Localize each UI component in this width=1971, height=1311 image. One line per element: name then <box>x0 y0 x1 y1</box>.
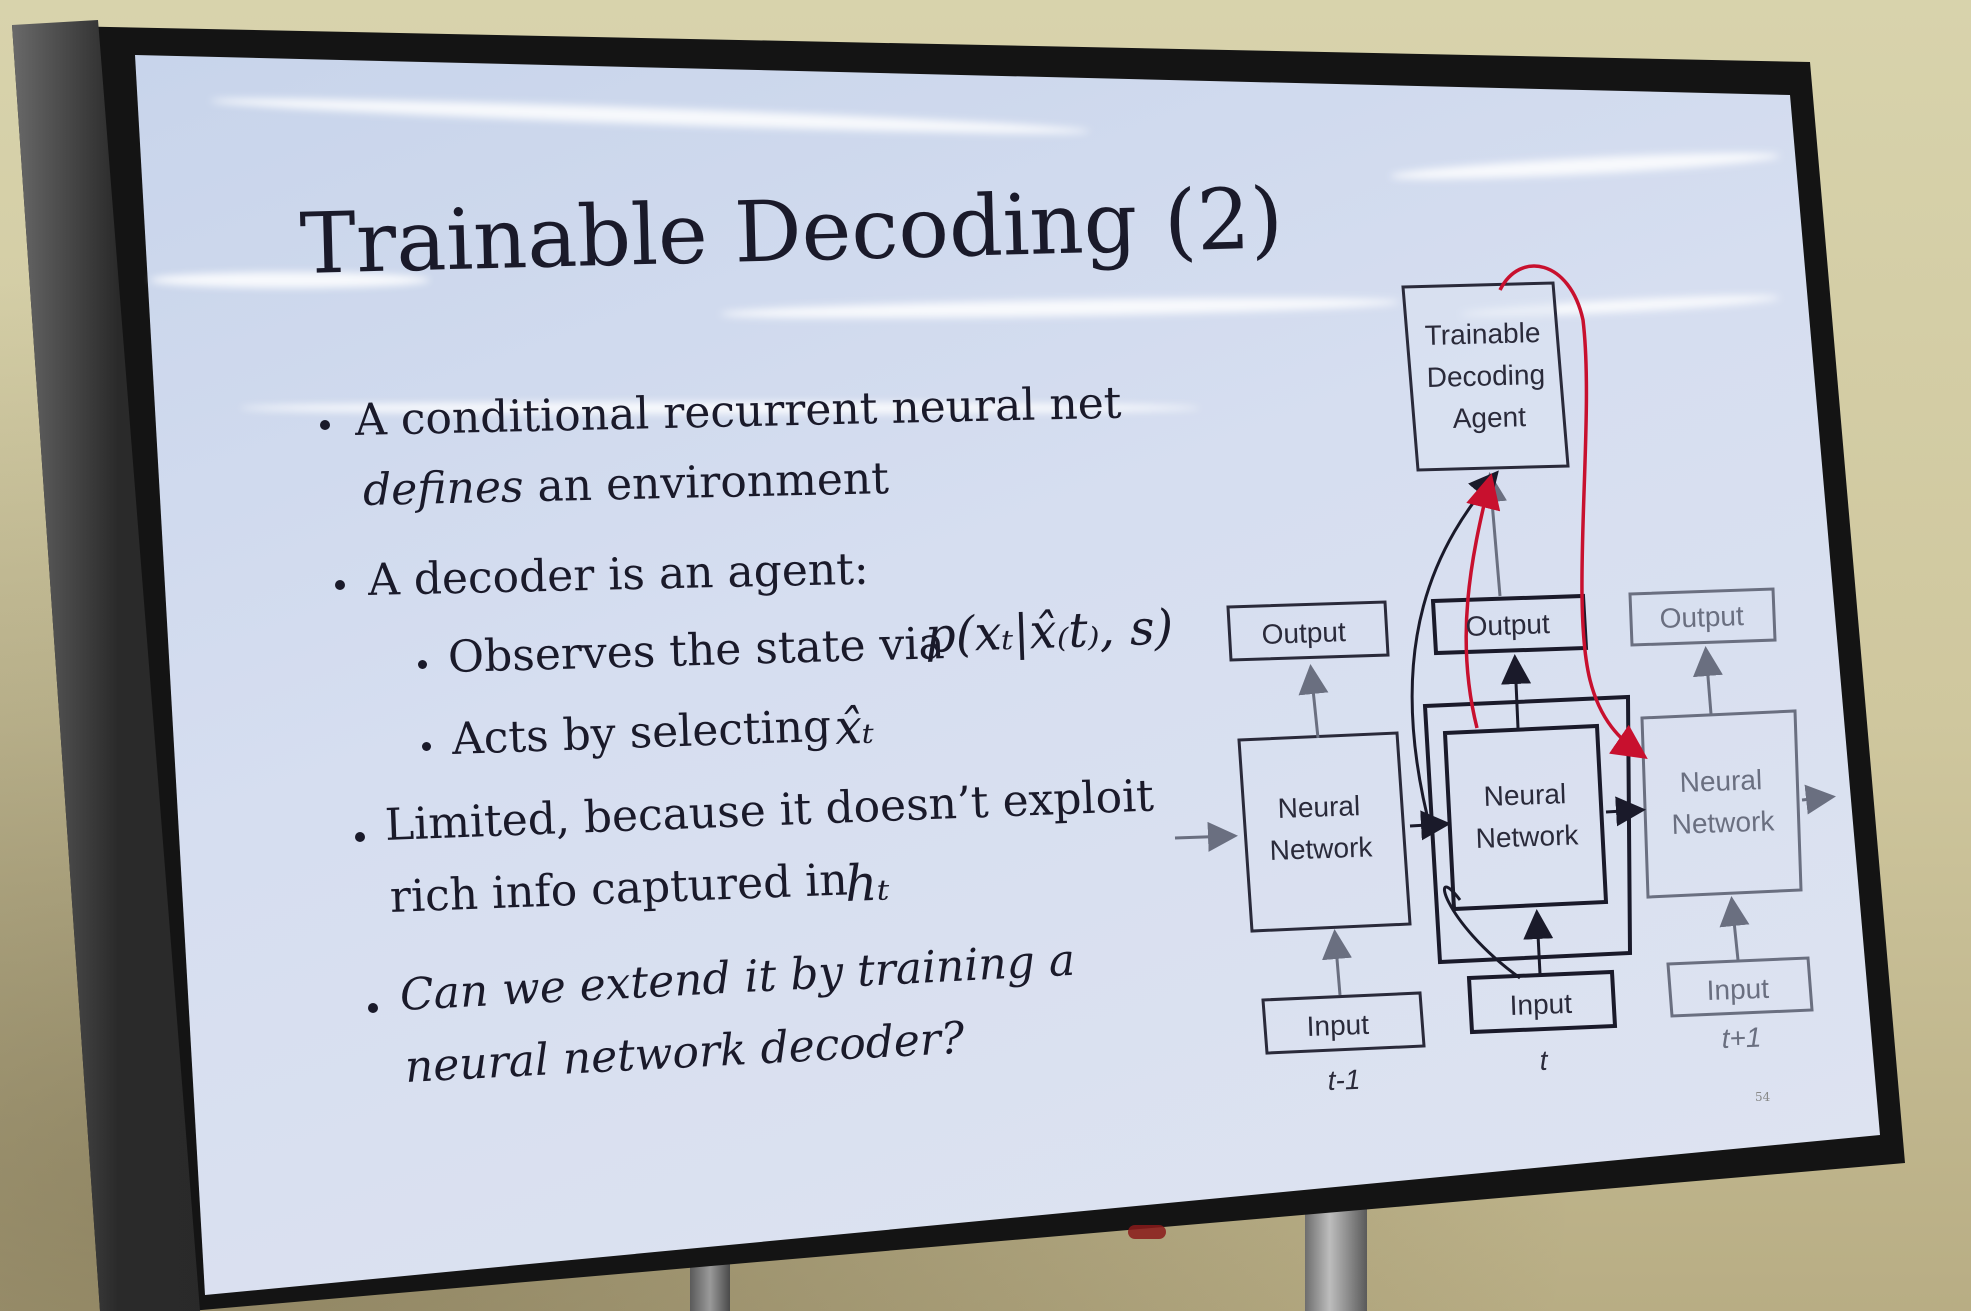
input-label-faded: Input <box>1706 973 1770 1006</box>
nn-label-line2: Network <box>1475 819 1580 854</box>
nn-label-line1: Neural <box>1483 778 1567 812</box>
nn-label-line2-faded: Network <box>1671 805 1776 840</box>
rnn-decoding-diagram: Trainable Decoding Agent Output Neural N… <box>1174 264 1836 1096</box>
input-label: Input <box>1509 988 1573 1021</box>
neural-network-box <box>1237 731 1412 933</box>
agent-label-line1: Trainable <box>1424 317 1540 351</box>
nn-label-line2: Network <box>1269 831 1374 866</box>
agent-label-line2: Decoding <box>1426 359 1545 393</box>
time-label-faded: t+1 <box>1721 1022 1762 1054</box>
agent-label-line3: Agent <box>1452 401 1526 434</box>
output-label: Output <box>1261 616 1346 650</box>
nn-label-line1: Neural <box>1277 790 1361 824</box>
neural-network-box <box>1442 723 1609 912</box>
output-label: Output <box>1465 608 1550 642</box>
time-label: t-1 <box>1327 1064 1361 1096</box>
neural-network-box-faded <box>1640 709 1803 899</box>
output-label-faded: Output <box>1659 600 1744 634</box>
nn-label-line1-faded: Neural <box>1679 764 1763 798</box>
input-label: Input <box>1306 1009 1370 1042</box>
time-label: t <box>1539 1045 1549 1076</box>
